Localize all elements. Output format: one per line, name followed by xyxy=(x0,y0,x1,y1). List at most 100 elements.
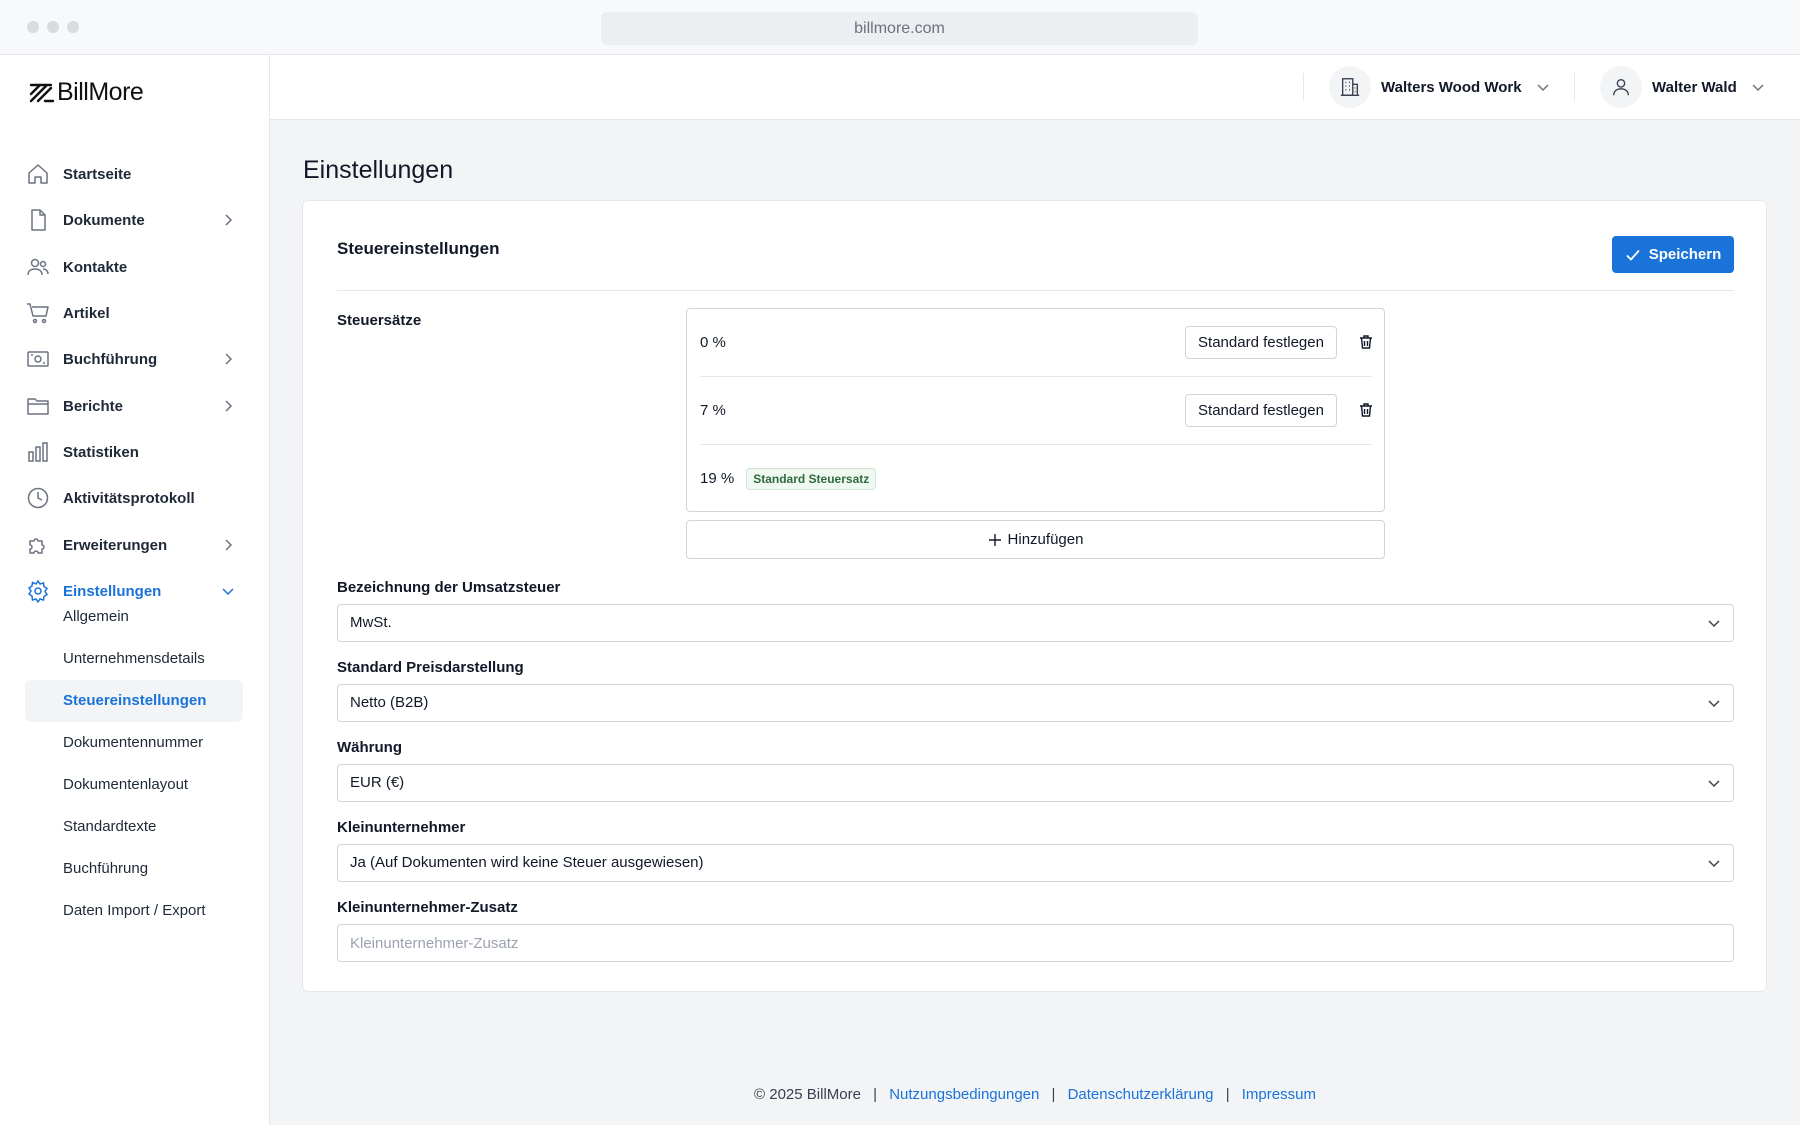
footer-separator: | xyxy=(1225,1086,1230,1103)
price-display-select[interactable]: Netto (B2B) xyxy=(337,684,1734,722)
chevron-down-icon xyxy=(1708,620,1720,628)
document-icon xyxy=(31,209,46,231)
chevron-down-icon xyxy=(1752,84,1764,92)
users-icon xyxy=(27,258,49,276)
sidebar-item-label: Statistiken xyxy=(63,443,139,461)
logo-text: BillMore xyxy=(57,77,144,106)
vat-name-select[interactable]: MwSt. xyxy=(337,604,1734,642)
terms-link[interactable]: Nutzungsbedingungen xyxy=(889,1086,1039,1103)
footer-separator: | xyxy=(1051,1086,1056,1103)
set-default-button[interactable]: Standard festlegen xyxy=(1185,394,1337,427)
sidebar-item-label: Artikel xyxy=(63,304,110,322)
small-business-note-label: Kleinunternehmer-Zusatz xyxy=(337,899,518,916)
sidebar-item-label: Aktivitätsprotokoll xyxy=(63,489,195,507)
company-switcher[interactable]: Walters Wood Work xyxy=(1329,65,1550,109)
add-tax-rate-button[interactable]: Hinzufügen xyxy=(686,520,1385,559)
tax-rate-value: 19 % xyxy=(700,470,735,487)
chevron-down-icon xyxy=(1708,780,1720,788)
set-default-button[interactable]: Standard festlegen xyxy=(1185,326,1337,359)
sidebar-item-statistiken[interactable]: Statistiken xyxy=(25,432,243,472)
logo-mark-icon xyxy=(29,83,55,103)
sidebar-subitem-unternehmensdetails[interactable]: Unternehmensdetails xyxy=(25,638,243,680)
sidebar-subitem-allgemein[interactable]: Allgemein xyxy=(25,596,243,638)
sidebar-item-buchfuehrung[interactable]: Buchführung xyxy=(25,339,243,379)
money-icon xyxy=(27,351,49,367)
chevron-right-icon xyxy=(225,214,233,226)
bar-chart-icon xyxy=(28,442,48,462)
user-icon xyxy=(1612,78,1630,96)
sidebar-item-startseite[interactable]: Startseite xyxy=(25,154,243,194)
privacy-link[interactable]: Datenschutzerklärung xyxy=(1068,1086,1214,1103)
chevron-right-icon xyxy=(225,400,233,412)
small-business-label: Kleinunternehmer xyxy=(337,819,466,836)
top-header: Walters Wood Work Walter Wald xyxy=(270,55,1800,120)
browser-chrome: billmore.com xyxy=(0,0,1800,55)
sidebar-item-label: Dokumente xyxy=(63,211,145,229)
sidebar-subitem-buchfuehrung[interactable]: Buchführung xyxy=(25,848,243,890)
plus-icon xyxy=(988,533,1001,546)
avatar xyxy=(1600,66,1642,108)
add-button-label: Hinzufügen xyxy=(1007,531,1084,548)
sidebar-subitem-dokumentennummer[interactable]: Dokumentennummer xyxy=(25,722,243,764)
window-maximize-dot[interactable] xyxy=(67,21,79,33)
sidebar-item-aktivitaetsprotokoll[interactable]: Aktivitätsprotokoll xyxy=(25,478,243,518)
company-name: Walters Wood Work xyxy=(1381,78,1522,96)
tax-rate-row: 0 % Standard festlegen xyxy=(700,309,1372,376)
price-display-label: Standard Preisdarstellung xyxy=(337,659,524,676)
tax-settings-card: Steuereinstellungen Speichern Steuersätz… xyxy=(302,200,1767,992)
sidebar-subitem-dokumentenlayout[interactable]: Dokumentenlayout xyxy=(25,764,243,806)
tax-rate-row: 7 % Standard festlegen xyxy=(700,377,1372,444)
page-title: Einstellungen xyxy=(303,156,454,184)
sidebar-subitem-standardtexte[interactable]: Standardtexte xyxy=(25,806,243,848)
sidebar-subitem-steuereinstellungen[interactable]: Steuereinstellungen xyxy=(25,680,243,722)
select-value: Netto (B2B) xyxy=(350,694,429,711)
trash-icon[interactable] xyxy=(1358,334,1374,350)
sidebar-item-kontakte[interactable]: Kontakte xyxy=(25,247,243,287)
chevron-right-icon xyxy=(225,353,233,365)
sidebar-item-label: Buchführung xyxy=(63,350,158,368)
user-name: Walter Wald xyxy=(1652,78,1737,96)
user-menu[interactable]: Walter Wald xyxy=(1600,65,1765,109)
save-button[interactable]: Speichern xyxy=(1612,236,1734,273)
clock-icon xyxy=(27,487,49,509)
small-business-note-input[interactable] xyxy=(337,924,1734,962)
window-close-dot[interactable] xyxy=(27,21,39,33)
tax-rate-value: 7 % xyxy=(700,402,726,419)
sidebar-item-berichte[interactable]: Berichte xyxy=(25,386,243,426)
header-divider xyxy=(1303,73,1304,101)
cart-icon xyxy=(27,303,49,324)
address-bar[interactable]: billmore.com xyxy=(601,12,1198,45)
default-tax-badge: Standard Steuersatz xyxy=(746,467,877,490)
footer-separator: | xyxy=(873,1086,878,1103)
sidebar-item-label: Startseite xyxy=(63,165,132,183)
select-value: EUR (€) xyxy=(350,774,405,791)
check-icon xyxy=(1626,249,1640,261)
sidebar-item-erweiterungen[interactable]: Erweiterungen xyxy=(25,525,243,565)
copyright: © 2025 BillMore xyxy=(754,1086,861,1103)
company-avatar xyxy=(1329,66,1371,108)
header-divider xyxy=(1574,73,1575,101)
puzzle-icon xyxy=(29,538,45,554)
sidebar-item-artikel[interactable]: Artikel xyxy=(25,293,243,333)
small-business-select[interactable]: Ja (Auf Dokumenten wird keine Steuer aus… xyxy=(337,844,1734,882)
currency-select[interactable]: EUR (€) xyxy=(337,764,1734,802)
sidebar-item-label: Kontakte xyxy=(63,258,128,276)
sidebar-item-label: Berichte xyxy=(63,397,124,415)
chevron-down-icon xyxy=(1708,860,1720,868)
section-title: Steuereinstellungen xyxy=(337,239,500,258)
vat-name-label: Bezeichnung der Umsatzsteuer xyxy=(337,579,561,596)
select-value: MwSt. xyxy=(350,614,392,631)
chevron-right-icon xyxy=(225,539,233,551)
sidebar-item-dokumente[interactable]: Dokumente xyxy=(25,200,243,240)
building-icon xyxy=(1340,78,1360,96)
save-button-label: Speichern xyxy=(1648,246,1722,263)
sidebar-item-label: Erweiterungen xyxy=(63,536,168,554)
logo[interactable]: BillMore xyxy=(29,77,144,107)
home-icon xyxy=(28,164,48,184)
sidebar-subitem-daten-import-export[interactable]: Daten Import / Export xyxy=(25,890,243,932)
folder-icon xyxy=(27,398,49,415)
trash-icon[interactable] xyxy=(1358,402,1374,418)
window-minimize-dot[interactable] xyxy=(47,21,59,33)
imprint-link[interactable]: Impressum xyxy=(1242,1086,1316,1103)
chevron-down-icon xyxy=(1537,84,1549,92)
